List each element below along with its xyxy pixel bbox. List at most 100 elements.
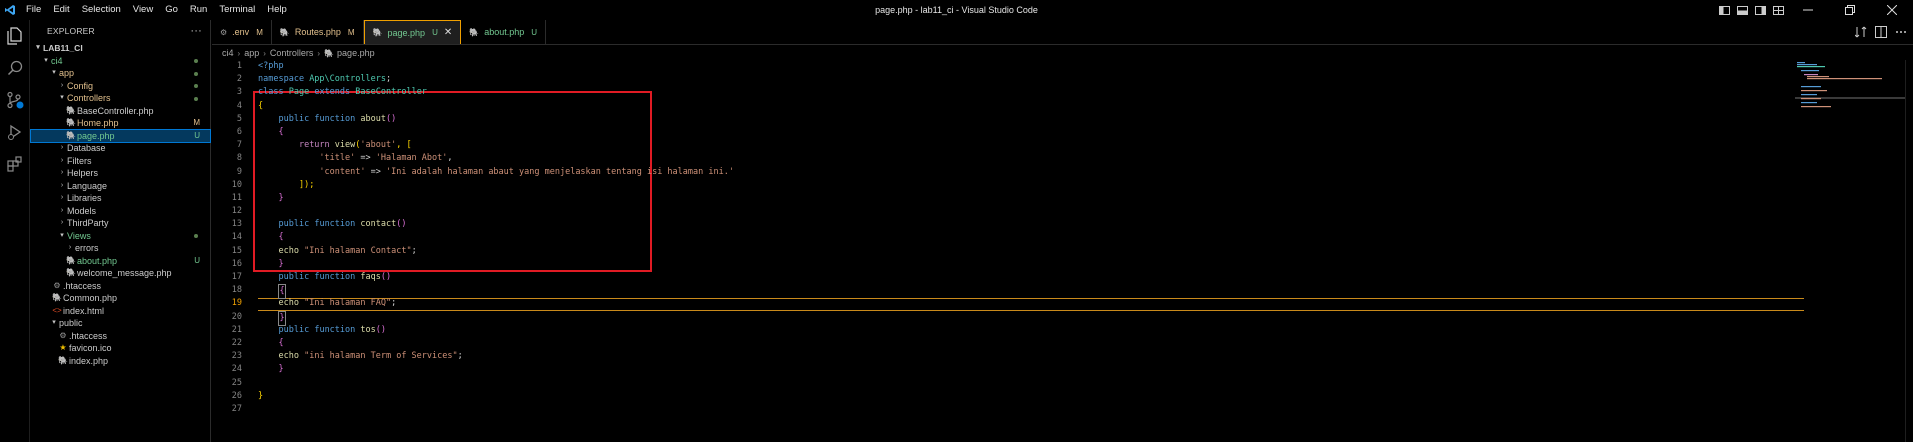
code-line: namespace App\Controllers; [258, 74, 392, 85]
run-debug-icon[interactable] [0, 116, 30, 148]
line-number: 14 [231, 232, 242, 243]
line-number-gutter: 1 2 3 4 5 6 7 8 9 10 11 12 13 14 15 16 1… [212, 60, 242, 416]
menu-run[interactable]: Run [184, 0, 213, 20]
close-window-icon[interactable] [1871, 0, 1913, 20]
tree-folder-database[interactable]: › Database [31, 142, 210, 155]
line-number: 15 [231, 245, 242, 256]
close-tab-icon[interactable]: ✕ [444, 27, 452, 38]
minimize-icon[interactable] [1787, 0, 1829, 20]
tree-file-about[interactable]: 🐘 about.php U [31, 255, 210, 268]
tree-folder-filters[interactable]: › Filters [31, 155, 210, 168]
line-number: 13 [231, 219, 242, 230]
line-number: 3 [236, 87, 242, 98]
menu-edit[interactable]: Edit [47, 0, 75, 20]
customize-layout-icon[interactable] [1771, 4, 1785, 16]
line-number: 23 [231, 351, 242, 362]
extensions-icon[interactable] [0, 148, 30, 180]
source-control-icon[interactable] [0, 84, 30, 116]
tree-file-favicon[interactable]: ★ favicon.ico [31, 342, 210, 355]
php-file-icon: 🐘 [279, 27, 290, 37]
php-file-icon: 🐘 [66, 105, 76, 115]
tree-file-htaccess-public[interactable]: ⚙ .htaccess [31, 330, 210, 343]
restore-icon[interactable] [1829, 0, 1871, 20]
menu-help[interactable]: Help [261, 0, 293, 20]
git-status-dot [194, 59, 198, 63]
toggle-secondary-sidebar-icon[interactable] [1753, 4, 1767, 16]
chevron-right-icon: › [60, 81, 64, 89]
tree-folder-helpers[interactable]: › Helpers [31, 167, 210, 180]
tree-folder-app[interactable]: ▾ app [31, 67, 210, 80]
tree-file-basecontroller[interactable]: 🐘 BaseController.php [31, 105, 210, 118]
chevron-down-icon: ▾ [44, 56, 48, 64]
breadcrumb-item[interactable]: page.php [337, 48, 375, 58]
line-number: 1 [236, 61, 242, 71]
breadcrumb: ci4 › app › Controllers › 🐘 page.php [212, 46, 375, 60]
tree-folder-config[interactable]: › Config [31, 80, 210, 93]
chevron-down-icon: ▾ [60, 231, 64, 239]
tree-folder-errors[interactable]: › errors [31, 242, 210, 255]
tab-routes[interactable]: 🐘 Routes.php M [272, 20, 364, 44]
code-line: ]); [298, 179, 315, 190]
tree-folder-ci4[interactable]: ▾ ci4 [31, 55, 210, 68]
editor-actions [1855, 20, 1913, 44]
line-number: 4 [236, 100, 242, 111]
menu-terminal[interactable]: Terminal [213, 0, 261, 20]
vertical-scrollbar[interactable] [1905, 60, 1913, 442]
breadcrumb-item[interactable]: Controllers [270, 48, 314, 58]
tree-file-index-php[interactable]: 🐘 index.php [31, 355, 210, 368]
tree-folder-controllers[interactable]: ▾ Controllers [31, 92, 210, 105]
code-line: } [278, 192, 284, 203]
line-number: 12 [231, 206, 242, 217]
menu-go[interactable]: Go [159, 0, 184, 20]
code-line: return view('about', [ [298, 140, 412, 151]
tree-folder-libraries[interactable]: › Libraries [31, 192, 210, 205]
git-modified-badge: M [256, 27, 263, 37]
breadcrumb-item[interactable]: app [244, 48, 259, 58]
toggle-panel-icon[interactable] [1735, 4, 1749, 16]
explorer-icon[interactable] [0, 20, 30, 52]
line-number: 26 [231, 390, 242, 401]
more-actions-icon[interactable] [1895, 26, 1907, 38]
more-actions-icon[interactable]: ··· [190, 25, 202, 37]
tree-file-home[interactable]: 🐘 Home.php M [31, 117, 210, 130]
tree-folder-views[interactable]: ▾ Views [31, 230, 210, 243]
search-icon[interactable] [0, 52, 30, 84]
tab-about[interactable]: 🐘 about.php U [461, 20, 547, 44]
tree-folder-language[interactable]: › Language [31, 180, 210, 193]
compare-changes-icon[interactable] [1855, 26, 1867, 38]
tree-file-common[interactable]: 🐘 Common.php [31, 292, 210, 305]
code-line: { [278, 337, 284, 348]
tree-file-index-html[interactable]: <> index.html [31, 305, 210, 318]
toggle-sidebar-icon[interactable] [1717, 4, 1731, 16]
code-line: { [278, 126, 284, 137]
menu-file[interactable]: File [20, 0, 47, 20]
menu-view[interactable]: View [127, 0, 159, 20]
tab-env[interactable]: ⚙ .env M [212, 20, 272, 44]
git-modified-badge: M [347, 27, 355, 37]
split-editor-icon[interactable] [1875, 26, 1887, 38]
tree-folder-thirdparty[interactable]: › ThirdParty [31, 217, 210, 230]
breadcrumb-item[interactable]: ci4 [222, 48, 234, 58]
tree-file-welcome-message[interactable]: 🐘 welcome_message.php [31, 267, 210, 280]
tree-folder-models[interactable]: › Models [31, 205, 210, 218]
tree-file-htaccess-app[interactable]: ⚙ .htaccess [31, 280, 210, 293]
minimap[interactable] [1795, 60, 1905, 442]
git-untracked-badge: U [194, 130, 200, 140]
chevron-right-icon: › [263, 48, 266, 58]
code-editor[interactable]: 1 2 3 4 5 6 7 8 9 10 11 12 13 14 15 16 1… [212, 60, 1804, 442]
settings-file-icon: ⚙ [220, 27, 228, 37]
php-file-icon: 🐘 [58, 355, 68, 365]
php-file-icon: 🐘 [52, 293, 62, 302]
line-number: 18 [231, 285, 242, 296]
menu-selection[interactable]: Selection [76, 0, 127, 20]
vscode-logo-icon[interactable] [0, 0, 20, 20]
line-number: 5 [236, 113, 242, 124]
tree-file-page[interactable]: 🐘 page.php U [30, 128, 211, 143]
php-file-icon: 🐘 [66, 118, 76, 127]
tab-page[interactable]: 🐘 page.php U ✕ [363, 20, 462, 44]
tree-folder-public[interactable]: ▾ public [31, 317, 210, 330]
tree-root[interactable]: ▾ LAB11_CI [31, 42, 210, 55]
git-status-dot [194, 96, 198, 101]
chevron-right-icon: › [237, 48, 241, 58]
